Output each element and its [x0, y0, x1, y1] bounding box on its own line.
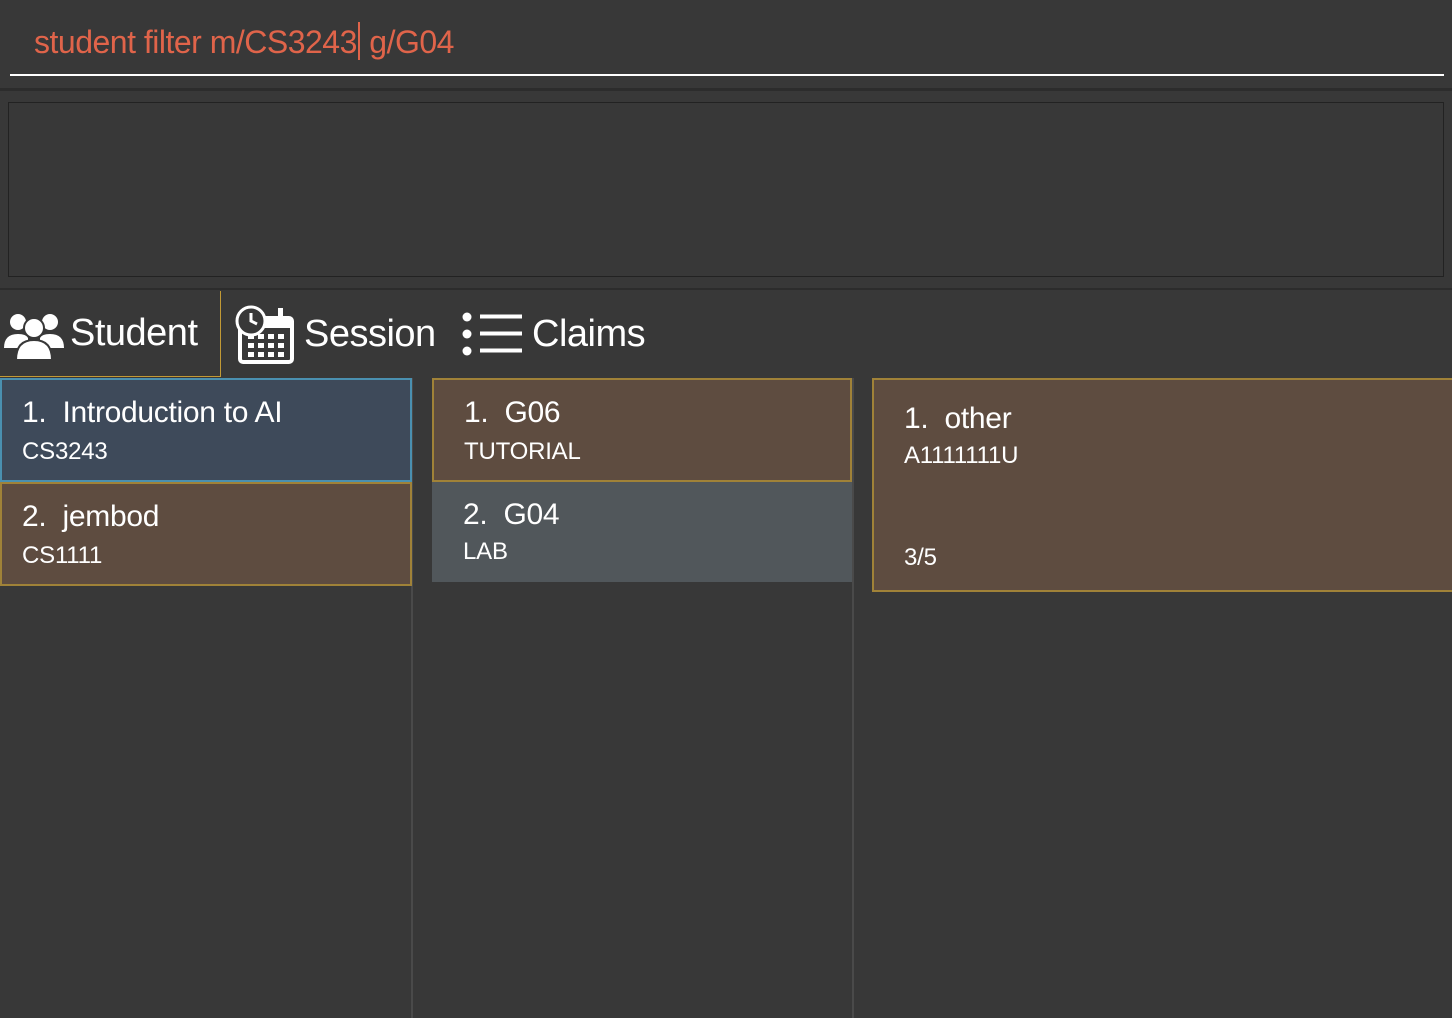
tab-session[interactable]: Session [234, 291, 444, 377]
student-count: 3/5 [904, 544, 937, 571]
list-item[interactable]: 2. jembod CS1111 [0, 482, 412, 586]
text-caret [357, 22, 360, 60]
divider [0, 88, 1452, 91]
module-title: 1. Introduction to AI [22, 396, 283, 429]
session-title: 2. G04 [463, 498, 560, 531]
divider [0, 288, 1452, 290]
command-text: student filter m/CS3243 g/G04 [34, 22, 454, 61]
command-bar: student filter m/CS3243 g/G04 [0, 0, 1452, 90]
list-item[interactable]: 1. G06 TUTORIAL [432, 378, 852, 482]
module-code: CS1111 [22, 542, 103, 569]
list-item[interactable]: 1. other A1111111U 3/5 [872, 378, 1452, 592]
session-title: 1. G06 [464, 396, 561, 429]
student-matric: A1111111U [904, 442, 1019, 469]
command-text-before-caret: student filter m/CS3243 [34, 24, 357, 60]
command-text-after-caret: g/G04 [360, 24, 454, 60]
tab-label: Claims [532, 312, 646, 355]
tab-claims[interactable]: Claims [460, 291, 660, 377]
session-type: TUTORIAL [464, 438, 581, 465]
result-display[interactable] [8, 102, 1444, 277]
module-code: CS3243 [22, 438, 108, 465]
module-title: 2. jembod [22, 500, 160, 533]
list-item[interactable]: 2. G04 LAB [432, 482, 852, 582]
calendar-clock-icon [234, 304, 294, 364]
student-title: 1. other [904, 402, 1012, 435]
tab-label: Session [304, 312, 436, 355]
tab-student[interactable]: Student [0, 291, 221, 377]
students-icon [4, 308, 64, 360]
command-input[interactable]: student filter m/CS3243 g/G04 [10, 14, 1444, 76]
column-divider [852, 378, 854, 1018]
app-window: student filter m/CS3243 g/G04 Student Se… [0, 0, 1452, 1018]
list-item[interactable]: 1. Introduction to AI CS3243 [0, 378, 412, 482]
session-type: LAB [463, 538, 508, 565]
tab-label: Student [70, 312, 198, 354]
list-icon [460, 312, 524, 356]
